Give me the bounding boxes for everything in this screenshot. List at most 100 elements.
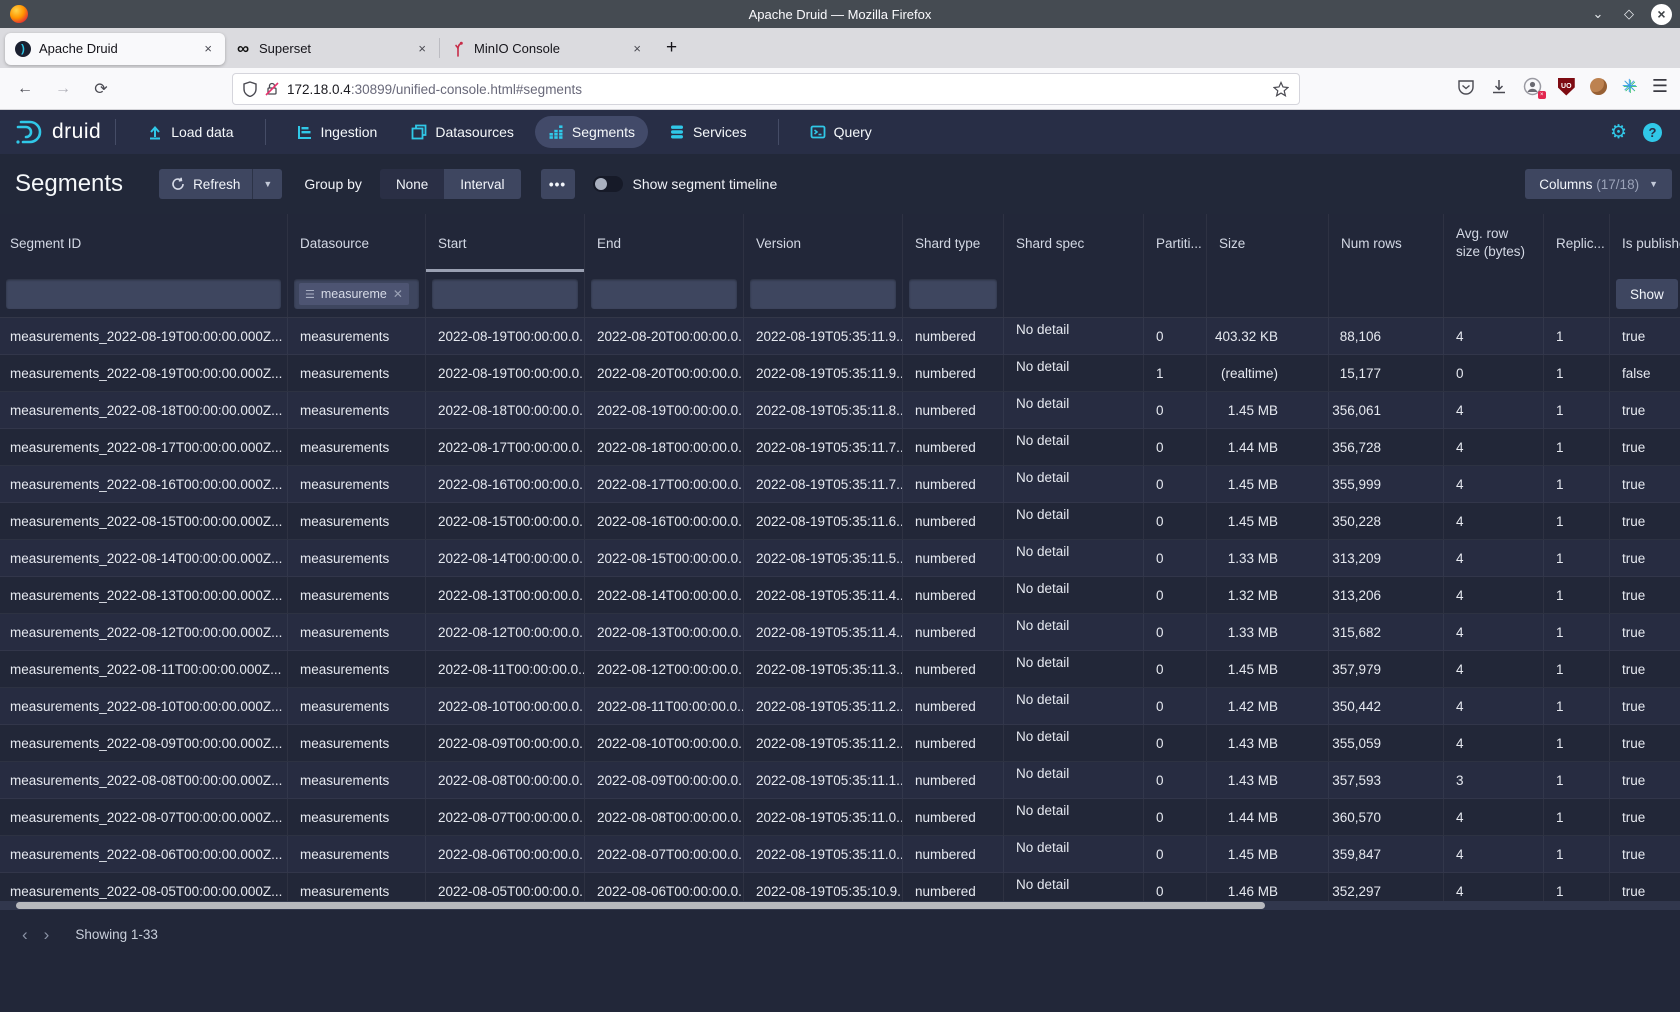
window-minimize-button[interactable]: ⌄ bbox=[1589, 6, 1607, 22]
table-row[interactable]: measurements_2022-08-19T00:00:00.000Z...… bbox=[0, 355, 1680, 392]
tab-close-icon[interactable]: × bbox=[201, 41, 215, 56]
extension-account-icon[interactable]: × bbox=[1523, 77, 1543, 97]
table-row[interactable]: measurements_2022-08-16T00:00:00.000Z...… bbox=[0, 466, 1680, 503]
tab-close-icon[interactable]: × bbox=[630, 41, 644, 56]
cell-shard-spec: No detail bbox=[1004, 429, 1144, 465]
filter-input[interactable] bbox=[909, 279, 997, 309]
cell-size: 1.45 MB bbox=[1207, 836, 1329, 872]
table-row[interactable]: measurements_2022-08-11T00:00:00.000Z...… bbox=[0, 651, 1680, 688]
tab-title: MinIO Console bbox=[474, 41, 622, 56]
browser-tab-apache-druid[interactable]: )Apache Druid× bbox=[5, 33, 225, 65]
filter-input[interactable] bbox=[432, 279, 578, 309]
filter-input[interactable] bbox=[591, 279, 737, 309]
filter-cell: Show bbox=[1610, 272, 1680, 317]
nav-item-datasources[interactable]: Datasources bbox=[398, 116, 527, 148]
column-header-shard-spec[interactable]: Shard spec bbox=[1004, 214, 1144, 272]
table-row[interactable]: measurements_2022-08-09T00:00:00.000Z...… bbox=[0, 725, 1680, 762]
services-icon bbox=[669, 124, 685, 140]
reload-icon[interactable]: ⟳ bbox=[88, 76, 114, 102]
table-row[interactable]: measurements_2022-08-14T00:00:00.000Z...… bbox=[0, 540, 1680, 577]
bookmark-star-icon[interactable] bbox=[1273, 81, 1289, 97]
next-page-button[interactable]: › bbox=[36, 925, 58, 945]
remove-filter-icon[interactable]: ✕ bbox=[393, 287, 403, 301]
datasource-filter-tag[interactable]: ☰measureme✕ bbox=[299, 283, 409, 305]
nav-item-ingestion[interactable]: Ingestion bbox=[284, 116, 391, 148]
cell-datasource: measurements bbox=[288, 725, 426, 761]
window-maximize-button[interactable]: ◇ bbox=[1620, 6, 1638, 22]
druid-logo[interactable]: druid bbox=[14, 119, 101, 145]
table-row[interactable]: measurements_2022-08-06T00:00:00.000Z...… bbox=[0, 836, 1680, 873]
nav-item-segments[interactable]: Segments bbox=[535, 116, 648, 148]
help-icon[interactable]: ? bbox=[1643, 123, 1662, 142]
cell-shard-type: numbered bbox=[903, 799, 1004, 835]
horizontal-scrollbar[interactable] bbox=[0, 901, 1680, 910]
nav-item-query[interactable]: Query bbox=[797, 116, 885, 148]
refresh-dropdown-button[interactable]: ▼ bbox=[252, 169, 282, 199]
group-by-interval-button[interactable]: Interval bbox=[444, 169, 520, 199]
back-icon[interactable]: ← bbox=[12, 76, 38, 102]
table-row[interactable]: measurements_2022-08-13T00:00:00.000Z...… bbox=[0, 577, 1680, 614]
extension-asterisk-icon[interactable]: ✳ bbox=[1622, 76, 1637, 97]
cookie-extension-icon[interactable] bbox=[1590, 78, 1607, 95]
browser-tab-minio-console[interactable]: MinIO Console × bbox=[440, 33, 654, 65]
more-options-button[interactable]: ••• bbox=[541, 169, 575, 199]
column-header-shard-type[interactable]: Shard type bbox=[903, 214, 1004, 272]
column-header-segment-id[interactable]: Segment ID bbox=[0, 214, 288, 272]
filter-cell: ☰measureme✕ bbox=[288, 272, 426, 317]
cell-size: 1.44 MB bbox=[1207, 429, 1329, 465]
cell-segment-id: measurements_2022-08-15T00:00:00.000Z... bbox=[0, 503, 288, 539]
column-header-replic[interactable]: Replic... bbox=[1544, 214, 1610, 272]
table-row[interactable]: measurements_2022-08-18T00:00:00.000Z...… bbox=[0, 392, 1680, 429]
cell-start: 2022-08-06T00:00:00.0... bbox=[426, 836, 585, 872]
window-close-button[interactable]: × bbox=[1651, 4, 1672, 25]
cell-end: 2022-08-09T00:00:00.0... bbox=[585, 762, 744, 798]
nav-item-load-data[interactable]: Load data bbox=[134, 116, 246, 148]
column-header-avg-row-size-bytes[interactable]: Avg. row size (bytes) bbox=[1444, 214, 1544, 272]
column-header-is-published[interactable]: Is published bbox=[1610, 214, 1680, 272]
new-tab-button[interactable]: + bbox=[654, 37, 689, 59]
previous-page-button[interactable]: ‹ bbox=[14, 925, 36, 945]
table-row[interactable]: measurements_2022-08-15T00:00:00.000Z...… bbox=[0, 503, 1680, 540]
column-header-num-rows[interactable]: Num rows bbox=[1329, 214, 1444, 272]
filter-input[interactable] bbox=[6, 279, 281, 309]
nav-item-services[interactable]: Services bbox=[656, 116, 760, 148]
cell-num-rows: 350,228 bbox=[1329, 503, 1444, 539]
filter-input[interactable] bbox=[750, 279, 896, 309]
shield-icon[interactable] bbox=[243, 81, 257, 97]
cell-end: 2022-08-18T00:00:00.0... bbox=[585, 429, 744, 465]
forward-icon[interactable]: → bbox=[50, 76, 76, 102]
column-header-end[interactable]: End bbox=[585, 214, 744, 272]
cell-end: 2022-08-20T00:00:00.0... bbox=[585, 355, 744, 391]
pocket-icon[interactable] bbox=[1457, 78, 1475, 96]
table-row[interactable]: measurements_2022-08-08T00:00:00.000Z...… bbox=[0, 762, 1680, 799]
column-header-datasource[interactable]: Datasource bbox=[288, 214, 426, 272]
columns-button[interactable]: Columns (17/18) ▼ bbox=[1525, 169, 1672, 199]
table-row[interactable]: measurements_2022-08-07T00:00:00.000Z...… bbox=[0, 799, 1680, 836]
table-row[interactable]: measurements_2022-08-19T00:00:00.000Z...… bbox=[0, 318, 1680, 355]
group-by-none-button[interactable]: None bbox=[380, 169, 444, 199]
refresh-button[interactable]: Refresh bbox=[159, 169, 252, 199]
table-row[interactable]: measurements_2022-08-17T00:00:00.000Z...… bbox=[0, 429, 1680, 466]
table-row[interactable]: measurements_2022-08-10T00:00:00.000Z...… bbox=[0, 688, 1680, 725]
menu-icon[interactable]: ☰ bbox=[1652, 76, 1668, 97]
filter-input[interactable]: ☰measureme✕ bbox=[294, 279, 419, 309]
column-header-version[interactable]: Version bbox=[744, 214, 903, 272]
download-icon[interactable] bbox=[1490, 78, 1508, 96]
segment-timeline-toggle[interactable] bbox=[593, 176, 623, 192]
scrollbar-thumb[interactable] bbox=[16, 902, 1265, 909]
settings-gear-icon[interactable]: ⚙ bbox=[1610, 121, 1627, 144]
url-bar[interactable]: 172.18.0.4:30899/unified-console.html#se… bbox=[232, 73, 1300, 105]
nav-item-label: Segments bbox=[572, 124, 635, 140]
filter-cell bbox=[903, 272, 1004, 317]
table-row[interactable]: measurements_2022-08-12T00:00:00.000Z...… bbox=[0, 614, 1680, 651]
ublock-icon[interactable]: UO bbox=[1558, 78, 1575, 96]
browser-tab-superset[interactable]: ∞Superset× bbox=[225, 33, 439, 65]
column-header-start[interactable]: Start bbox=[426, 214, 585, 272]
column-header-partiti[interactable]: Partiti... bbox=[1144, 214, 1207, 272]
url-text[interactable]: 172.18.0.4:30899/unified-console.html#se… bbox=[287, 82, 1273, 97]
is-published-filter-button[interactable]: Show bbox=[1616, 279, 1678, 309]
column-header-size[interactable]: Size bbox=[1207, 214, 1329, 272]
tab-close-icon[interactable]: × bbox=[415, 41, 429, 56]
cell-num-rows: 357,593 bbox=[1329, 762, 1444, 798]
insecure-lock-icon[interactable] bbox=[265, 81, 279, 97]
